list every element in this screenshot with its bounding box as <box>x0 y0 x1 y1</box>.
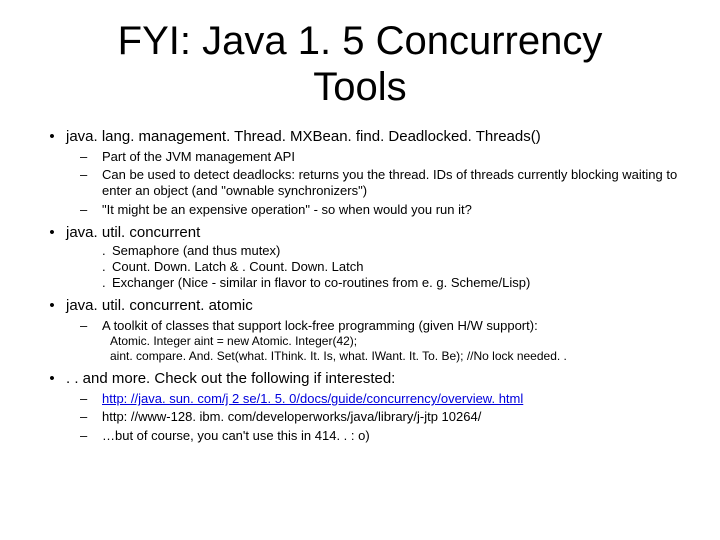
subbullet-text: "It might be an expensive operation" - s… <box>102 202 472 218</box>
bullet-atomic: • java. util. concurrent. atomic <box>38 297 682 316</box>
subbullet: . Count. Down. Latch & . Count. Down. La… <box>102 259 682 275</box>
bullet-text: java. util. concurrent. atomic <box>66 297 253 316</box>
dash-icon: – <box>80 149 102 164</box>
dot-icon: . <box>102 275 112 291</box>
bullet-threadmxbean: • java. lang. management. Thread. MXBean… <box>38 128 682 147</box>
subbullet-text: Can be used to detect deadlocks: returns… <box>102 167 682 200</box>
bullet-dot-icon: • <box>38 224 66 241</box>
title-line-1: FYI: Java 1. 5 Concurrency <box>118 19 603 63</box>
subbullet-text: http: //www-128. ibm. com/developerworks… <box>102 409 481 425</box>
subbullet-link: – http: //java. sun. com/j 2 se/1. 5. 0/… <box>80 391 682 407</box>
subbullet-text: Part of the JVM management API <box>102 149 295 165</box>
bullet-util-concurrent: • java. util. concurrent <box>38 224 682 243</box>
subbullet-text: …but of course, you can't use this in 41… <box>102 428 370 444</box>
bullet-more: • . . and more. Check out the following … <box>38 370 682 389</box>
code-line: aint. compare. And. Set(what. IThink. It… <box>110 349 682 364</box>
overview-link[interactable]: http: //java. sun. com/j 2 se/1. 5. 0/do… <box>102 391 523 406</box>
subbullet: – Can be used to detect deadlocks: retur… <box>80 167 682 200</box>
subbullet: – "It might be an expensive operation" -… <box>80 202 682 218</box>
subbullet: – …but of course, you can't use this in … <box>80 428 682 444</box>
code-line: Atomic. Integer aint = new Atomic. Integ… <box>110 334 682 349</box>
subbullet-text: A toolkit of classes that support lock-f… <box>102 318 538 334</box>
dash-icon: – <box>80 167 102 182</box>
bullet-dot-icon: • <box>38 297 66 314</box>
dash-icon: – <box>80 428 102 443</box>
dash-icon: – <box>80 391 102 406</box>
subbullet: – http: //www-128. ibm. com/developerwor… <box>80 409 682 425</box>
subbullet-text: Exchanger (Nice - similar in flavor to c… <box>112 275 530 291</box>
dash-icon: – <box>80 318 102 333</box>
subbullet-text: Semaphore (and thus mutex) <box>112 243 280 259</box>
slide-title: FYI: Java 1. 5 Concurrency Tools <box>38 18 682 110</box>
subbullet-text: Count. Down. Latch & . Count. Down. Latc… <box>112 259 363 275</box>
bullet-text: java. util. concurrent <box>66 224 200 243</box>
bullet-text: . . and more. Check out the following if… <box>66 370 395 389</box>
slide: FYI: Java 1. 5 Concurrency Tools • java.… <box>0 0 720 540</box>
dash-icon: – <box>80 409 102 424</box>
bullet-dot-icon: • <box>38 128 66 145</box>
subbullet: . Semaphore (and thus mutex) <box>102 243 682 259</box>
bullet-dot-icon: • <box>38 370 66 387</box>
title-line-2: Tools <box>313 65 406 109</box>
dot-icon: . <box>102 243 112 259</box>
bullet-text: java. lang. management. Thread. MXBean. … <box>66 128 541 147</box>
dash-icon: – <box>80 202 102 217</box>
subbullet: . Exchanger (Nice - similar in flavor to… <box>102 275 682 291</box>
subbullet: – Part of the JVM management API <box>80 149 682 165</box>
dot-icon: . <box>102 259 112 275</box>
subbullet: – A toolkit of classes that support lock… <box>80 318 682 334</box>
